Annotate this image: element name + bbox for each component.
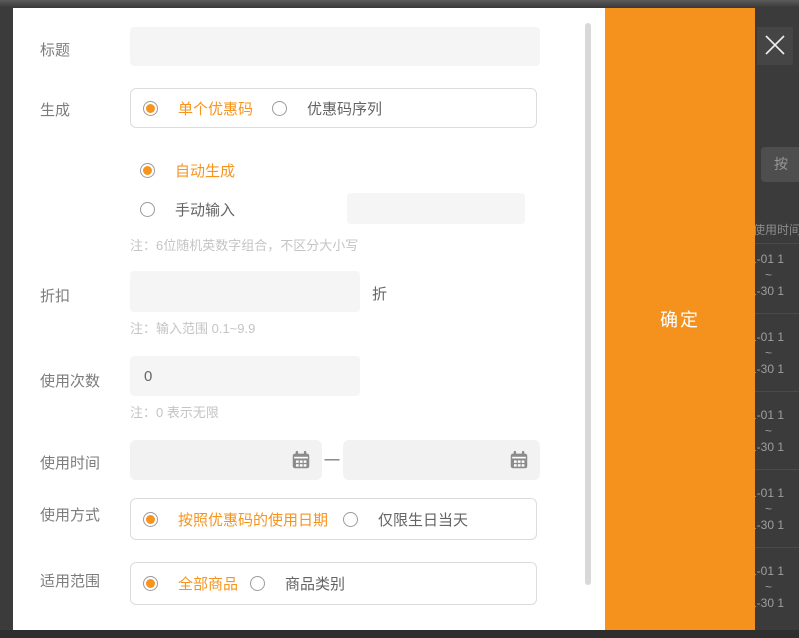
usage-method-label: 使用方式: [40, 504, 100, 525]
discount-label: 折扣: [40, 285, 70, 306]
option-manual-input[interactable]: 手动输入: [140, 199, 235, 220]
option-label[interactable]: 仅限生日当天: [378, 509, 468, 530]
title-label: 标题: [40, 39, 70, 60]
radio-selected-icon[interactable]: [140, 163, 155, 178]
date-range-end: 1-30 1: [750, 439, 799, 455]
date-range-separator: ~: [750, 345, 799, 361]
calendar-icon[interactable]: [508, 449, 530, 476]
background-row-divider: [748, 469, 799, 470]
manual-code-input[interactable]: [347, 193, 525, 224]
background-table-row: 1-01 1 ~ 1-30 1: [750, 329, 799, 377]
date-range-end: 1-30 1: [750, 283, 799, 299]
option-label[interactable]: 商品类别: [285, 573, 345, 594]
discount-note: 注：输入范围 0.1~9.9: [130, 318, 255, 337]
radio-dot: [146, 579, 155, 588]
coupon-dialog: 标题 生成 单个优惠码 优惠码序列 自动生成 手动输入 注：6位随机英数字组合，…: [13, 8, 755, 630]
radio-unselected-icon[interactable]: [140, 202, 155, 217]
background-table-row: 1-01 1 ~ 1-30 1: [750, 251, 799, 299]
start-date-value[interactable]: [130, 440, 290, 480]
radio-unselected-icon[interactable]: [343, 512, 358, 527]
radio-dot: [275, 104, 284, 113]
radio-selected-icon[interactable]: [143, 576, 158, 591]
background-table-row: 1-01 1 ~ 1-30 1: [750, 407, 799, 455]
generate-note: 注：6位随机英数字组合，不区分大小写: [130, 235, 358, 254]
date-range-start: 1-01 1: [750, 563, 799, 579]
usage-count-label: 使用次数: [40, 370, 100, 391]
date-range-start: 1-01 1: [750, 407, 799, 423]
background-row-divider: [748, 547, 799, 548]
radio-dot: [253, 579, 262, 588]
option-code-series[interactable]: 优惠码序列: [272, 98, 382, 119]
date-range-end: 1-30 1: [750, 361, 799, 377]
scope-label: 适用范围: [40, 570, 100, 591]
date-range-end: 1-30 1: [750, 517, 799, 533]
background-row-divider: [748, 243, 799, 244]
modal-scrollbar-thumb[interactable]: [585, 23, 591, 585]
radio-dot: [143, 205, 152, 214]
calendar-icon[interactable]: [290, 449, 312, 476]
background-column-header: 使用时间: [753, 221, 799, 238]
date-range-start: 1-01 1: [750, 251, 799, 267]
background-filter-button-label: 按: [774, 156, 788, 172]
radio-selected-icon[interactable]: [143, 512, 158, 527]
date-range-separator: ~: [750, 423, 799, 439]
option-by-coupon-dates[interactable]: 按照优惠码的使用日期: [143, 509, 328, 530]
option-label[interactable]: 按照优惠码的使用日期: [178, 509, 328, 530]
confirm-button-label: 确定: [660, 306, 700, 332]
background-top-bar: [0, 0, 799, 8]
background-table-row: 1-01 1 ~ 1-30 1: [750, 485, 799, 533]
end-date-input[interactable]: [343, 440, 540, 480]
end-date-value[interactable]: [343, 440, 508, 480]
option-label[interactable]: 自动生成: [175, 160, 235, 181]
discount-input[interactable]: [130, 271, 360, 312]
date-range-separator: ~: [750, 267, 799, 283]
background-row-divider: [748, 313, 799, 314]
usage-method-option-group: 按照优惠码的使用日期 仅限生日当天: [130, 498, 537, 540]
date-range-start: 1-01 1: [750, 329, 799, 345]
option-label[interactable]: 优惠码序列: [307, 98, 382, 119]
option-all-products[interactable]: 全部商品: [143, 573, 238, 594]
radio-unselected-icon[interactable]: [250, 576, 265, 591]
radio-selected-icon[interactable]: [143, 101, 158, 116]
discount-unit: 折: [372, 283, 387, 304]
background-table-row: 1-01 1 ~ 1-30 1: [750, 563, 799, 611]
date-range-start: 1-01 1: [750, 485, 799, 501]
date-range-separator: ~: [750, 501, 799, 517]
generate-label: 生成: [40, 99, 70, 120]
radio-unselected-icon[interactable]: [272, 101, 287, 116]
background-filter-button: 按: [761, 147, 799, 182]
date-range-end: 1-30 1: [750, 595, 799, 611]
option-single-code[interactable]: 单个优惠码: [143, 98, 253, 119]
background-row-divider: [748, 391, 799, 392]
date-range-separator: ~: [750, 579, 799, 595]
usage-count-note: 注：0 表示无限: [130, 402, 219, 421]
generate-option-group: 单个优惠码 优惠码序列: [130, 88, 537, 128]
option-product-category[interactable]: 商品类别: [250, 573, 345, 594]
radio-dot: [146, 104, 155, 113]
close-icon: [763, 33, 787, 60]
screen: 按 使用时间 1-01 1 ~ 1-30 1 1-01 1 ~ 1-30 1 1…: [0, 0, 799, 638]
option-birthday-only[interactable]: 仅限生日当天: [343, 509, 468, 530]
usage-time-label: 使用时间: [40, 452, 100, 473]
radio-dot: [146, 515, 155, 524]
scope-option-group: 全部商品 商品类别: [130, 562, 537, 605]
option-label[interactable]: 单个优惠码: [178, 98, 253, 119]
title-input[interactable]: [130, 27, 540, 66]
option-auto-generate[interactable]: 自动生成: [140, 160, 235, 181]
background-bottom-bar: [0, 630, 799, 638]
option-label[interactable]: 全部商品: [178, 573, 238, 594]
radio-dot: [143, 166, 152, 175]
radio-dot: [346, 515, 355, 524]
confirm-button[interactable]: 确定: [605, 8, 755, 630]
start-date-input[interactable]: [130, 440, 322, 480]
usage-count-input[interactable]: [130, 356, 360, 396]
close-button[interactable]: [757, 27, 793, 65]
option-label[interactable]: 手动输入: [175, 199, 235, 220]
date-range-dash: —: [322, 451, 342, 468]
